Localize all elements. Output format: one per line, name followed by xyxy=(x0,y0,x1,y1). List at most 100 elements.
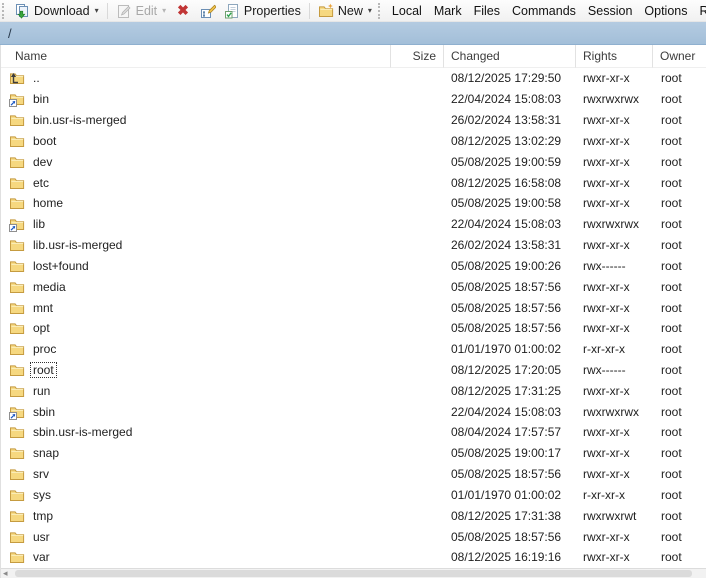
file-row[interactable]: sbin.usr-is-merged 08/04/2024 17:57:57 r… xyxy=(1,422,706,443)
file-owner: root xyxy=(661,508,682,523)
file-row[interactable]: var 08/12/2025 16:19:16 rwxr-xr-x root xyxy=(1,547,706,568)
file-name: sbin.usr-is-merged xyxy=(33,425,133,440)
folder-symlink-icon xyxy=(9,91,25,108)
file-row[interactable]: run 08/12/2025 17:31:25 rwxr-xr-x root xyxy=(1,380,706,401)
menubar: Local Mark Files Commands Session Option… xyxy=(386,0,706,21)
file-row[interactable]: sbin 22/04/2024 15:08:03 rwxrwxrwx root xyxy=(1,401,706,422)
folder-icon xyxy=(9,320,25,336)
file-name-cell: boot xyxy=(1,133,391,149)
file-name-cell: root xyxy=(1,362,391,378)
menu-options[interactable]: Options xyxy=(638,1,693,21)
menu-remote[interactable]: Remote xyxy=(694,1,706,21)
file-name: snap xyxy=(33,446,60,461)
column-header-name[interactable]: Name xyxy=(1,45,391,68)
file-row[interactable]: lost+found 05/08/2025 19:00:26 rwx------… xyxy=(1,255,706,276)
scrollbar-thumb[interactable] xyxy=(15,570,692,577)
file-name-cell: opt xyxy=(1,320,391,336)
file-name-cell: sbin xyxy=(1,404,391,420)
rename-button[interactable] xyxy=(196,1,220,21)
folder-icon xyxy=(9,424,25,440)
download-caret-icon[interactable]: ▾ xyxy=(95,6,99,15)
file-panel: Name Size Changed Rights Owner .. 08/12/… xyxy=(0,45,706,578)
properties-icon xyxy=(224,3,240,19)
file-row[interactable]: home 05/08/2025 19:00:58 rwxr-xr-x root xyxy=(1,193,706,214)
file-row[interactable]: boot 08/12/2025 13:02:29 rwxr-xr-x root xyxy=(1,130,706,151)
column-header-size[interactable]: Size xyxy=(391,45,444,68)
file-row[interactable]: proc 01/01/1970 01:00:02 r-xr-xr-x root xyxy=(1,339,706,360)
toolbar-separator xyxy=(308,2,310,19)
download-button[interactable]: Download ▾ xyxy=(10,1,103,21)
column-header-owner[interactable]: Owner xyxy=(653,45,706,68)
column-header-rights[interactable]: Rights xyxy=(576,45,653,68)
folder-icon xyxy=(9,445,25,461)
menu-session[interactable]: Session xyxy=(582,1,638,21)
file-rights: rwx------ xyxy=(583,258,626,273)
menu-files[interactable]: Files xyxy=(468,1,506,21)
file-rights: rwxr-xr-x xyxy=(583,133,630,148)
menubar-gripper[interactable] xyxy=(377,2,383,19)
edit-caret-icon[interactable]: ▾ xyxy=(162,6,166,15)
menu-mark[interactable]: Mark xyxy=(428,1,468,21)
edit-button[interactable]: Edit ▾ xyxy=(112,1,171,21)
properties-button[interactable]: Properties xyxy=(220,1,305,21)
file-row[interactable]: bin.usr-is-merged 26/02/2024 13:58:31 rw… xyxy=(1,110,706,131)
file-row[interactable]: lib.usr-is-merged 26/02/2024 13:58:31 rw… xyxy=(1,235,706,256)
path-bar[interactable]: / xyxy=(0,22,706,45)
file-name-cell: etc xyxy=(1,175,391,191)
file-rights: rwxr-xr-x xyxy=(583,71,630,86)
file-owner: root xyxy=(661,92,682,107)
file-row[interactable]: sys 01/01/1970 01:00:02 r-xr-xr-x root xyxy=(1,485,706,506)
file-owner: root xyxy=(661,133,682,148)
file-name-cell: var xyxy=(1,549,391,565)
file-row[interactable]: srv 05/08/2025 18:57:56 rwxr-xr-x root xyxy=(1,464,706,485)
column-header-changed[interactable]: Changed xyxy=(444,45,576,68)
file-name-cell: media xyxy=(1,279,391,295)
file-owner: root xyxy=(661,529,682,544)
file-row[interactable]: .. 08/12/2025 17:29:50 rwxr-xr-x root xyxy=(1,68,706,89)
file-changed: 05/08/2025 19:00:17 xyxy=(451,446,562,461)
file-rights: r-xr-xr-x xyxy=(583,342,625,357)
file-name: .. xyxy=(33,71,40,86)
file-rights: rwxr-xr-x xyxy=(583,175,630,190)
file-row[interactable]: lib 22/04/2024 15:08:03 rwxrwxrwx root xyxy=(1,214,706,235)
menu-local[interactable]: Local xyxy=(386,1,428,21)
edit-label: Edit xyxy=(135,3,158,18)
file-changed: 05/08/2025 18:57:56 xyxy=(451,321,562,336)
horizontal-scrollbar[interactable]: ◂ xyxy=(1,568,706,578)
file-owner: root xyxy=(661,383,682,398)
file-row[interactable]: media 05/08/2025 18:57:56 rwxr-xr-x root xyxy=(1,276,706,297)
toolbar-gripper[interactable] xyxy=(2,2,7,19)
menu-commands[interactable]: Commands xyxy=(506,1,582,21)
symlink-overlay-icon xyxy=(9,99,17,108)
file-owner: root xyxy=(661,258,682,273)
file-name: bin xyxy=(33,92,50,107)
file-row[interactable]: bin 22/04/2024 15:08:03 rwxrwxrwx root xyxy=(1,89,706,110)
new-button[interactable]: New ▾ xyxy=(314,1,376,21)
symlink-overlay-icon xyxy=(9,411,17,420)
file-changed: 26/02/2024 13:58:31 xyxy=(451,113,562,128)
scroll-left-arrow-icon[interactable]: ◂ xyxy=(3,568,8,578)
folder-symlink-icon xyxy=(9,216,25,233)
file-name: lib xyxy=(33,217,46,232)
file-rights: rwxr-xr-x xyxy=(583,300,630,315)
file-row[interactable]: mnt 05/08/2025 18:57:56 rwxr-xr-x root xyxy=(1,297,706,318)
file-row[interactable]: usr 05/08/2025 18:57:56 rwxr-xr-x root xyxy=(1,526,706,547)
folder-icon xyxy=(9,154,25,170)
file-row[interactable]: opt 05/08/2025 18:57:56 rwxr-xr-x root xyxy=(1,318,706,339)
folder-icon xyxy=(9,279,25,295)
file-row[interactable]: snap 05/08/2025 19:00:17 rwxr-xr-x root xyxy=(1,443,706,464)
file-row[interactable]: etc 08/12/2025 16:58:08 rwxr-xr-x root xyxy=(1,172,706,193)
file-row[interactable]: tmp 08/12/2025 17:31:38 rwxrwxrwt root xyxy=(1,505,706,526)
file-changed: 05/08/2025 18:57:56 xyxy=(451,300,562,315)
file-owner: root xyxy=(661,300,682,315)
edit-icon xyxy=(116,3,132,19)
file-row[interactable]: root 08/12/2025 17:20:05 rwx------ root xyxy=(1,360,706,381)
file-changed: 05/08/2025 19:00:58 xyxy=(451,196,562,211)
file-changed: 05/08/2025 18:57:56 xyxy=(451,279,562,294)
file-owner: root xyxy=(661,487,682,502)
file-row[interactable]: dev 05/08/2025 19:00:59 rwxr-xr-x root xyxy=(1,151,706,172)
new-caret-icon[interactable]: ▾ xyxy=(368,6,372,15)
folder-icon xyxy=(9,300,25,316)
delete-button[interactable]: ✖ xyxy=(170,0,196,21)
file-owner: root xyxy=(661,446,682,461)
